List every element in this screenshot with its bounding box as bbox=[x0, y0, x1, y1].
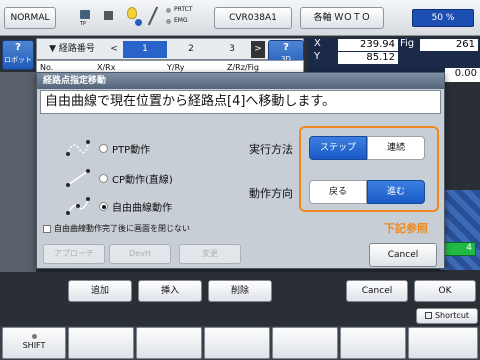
axes-button[interactable]: 各軸 ＷＯＴＯ bbox=[300, 7, 384, 29]
add-button[interactable]: 追加 bbox=[68, 280, 132, 302]
tab-3[interactable]: 3 bbox=[215, 41, 249, 58]
change-button[interactable]: 変更 bbox=[179, 244, 241, 264]
shift-lamp-icon bbox=[31, 334, 37, 339]
keep-open-checkbox[interactable] bbox=[43, 224, 51, 233]
callout-highlight-box bbox=[299, 126, 439, 212]
wrench-icon bbox=[147, 6, 159, 26]
action-row: 追加 挿入 削除 Cancel OK bbox=[0, 272, 480, 306]
keep-open-label: 自由曲線動作完了後に画面を閉じない bbox=[54, 224, 190, 233]
cancel-button[interactable]: Cancel bbox=[346, 280, 408, 302]
shift-key[interactable]: SHIFT bbox=[2, 327, 66, 359]
function-key-6[interactable] bbox=[408, 327, 478, 359]
function-key-3[interactable] bbox=[204, 327, 270, 359]
tab-prev-button[interactable]: < bbox=[107, 41, 121, 58]
dialog-message: 自由曲線で現在位置から経路点[4]へ移動します。 bbox=[40, 90, 441, 114]
tp-icon bbox=[80, 10, 90, 19]
prtct-lamp-icon bbox=[166, 8, 171, 13]
col-no: No. bbox=[40, 63, 54, 72]
approach-button[interactable]: アプローチ bbox=[43, 244, 105, 264]
function-key-row: SHIFT bbox=[0, 326, 480, 360]
option-cp-label: CP動作(直線) bbox=[112, 175, 173, 186]
info-badge-icon bbox=[135, 19, 142, 26]
radio-free-curve[interactable] bbox=[99, 202, 108, 211]
tab-2[interactable]: 2 bbox=[169, 41, 213, 58]
option-free-curve[interactable]: 自由曲線動作 bbox=[99, 199, 172, 214]
x-label: X bbox=[314, 38, 321, 49]
ok-button[interactable]: OK bbox=[414, 280, 476, 302]
path-tab-row: ▼ 経路番号 < 1 2 3 > bbox=[36, 38, 304, 60]
radio-cp[interactable] bbox=[99, 174, 108, 183]
option-ptp-label: PTP動作 bbox=[112, 145, 151, 156]
insert-button[interactable]: 挿入 bbox=[138, 280, 202, 302]
ptp-path-icon bbox=[66, 140, 90, 156]
delete-button[interactable]: 削除 bbox=[208, 280, 272, 302]
function-key-1[interactable] bbox=[68, 327, 134, 359]
function-key-5[interactable] bbox=[340, 327, 406, 359]
shortcut-row: Shortcut bbox=[0, 306, 480, 326]
shortcut-icon bbox=[424, 312, 432, 319]
left-panel bbox=[0, 72, 36, 272]
option-free-curve-label: 自由曲線動作 bbox=[112, 203, 172, 214]
function-key-2[interactable] bbox=[136, 327, 202, 359]
cp-line-icon bbox=[66, 169, 90, 187]
col-z: Z/Rz/Fig bbox=[227, 63, 259, 72]
shift-label: SHIFT bbox=[22, 341, 46, 350]
help-icon: ? bbox=[283, 42, 289, 53]
path-number-dropdown[interactable]: ▼ 経路番号 bbox=[39, 41, 105, 58]
radio-ptp[interactable] bbox=[99, 144, 108, 153]
function-key-4[interactable] bbox=[272, 327, 338, 359]
progress-label: 50 % bbox=[431, 13, 455, 23]
depart-button[interactable]: DevH bbox=[109, 244, 171, 264]
x-value: 239.94 bbox=[338, 39, 398, 51]
option-cp[interactable]: CP動作(直線) bbox=[99, 171, 173, 186]
top-status-bar: NORMAL TP PRTCT EMG CVR038A1 各軸 ＷＯＴＯ 50 … bbox=[0, 0, 480, 36]
robot-label: ロボット bbox=[4, 56, 32, 64]
bulb-icon bbox=[127, 7, 137, 19]
prtct-label: PRTCT bbox=[174, 6, 193, 13]
y-value: 85.12 bbox=[338, 52, 398, 64]
col-y: Y/Ry bbox=[167, 63, 185, 72]
tab-1[interactable]: 1 bbox=[123, 41, 167, 58]
robot-button[interactable]: ? ロボット bbox=[2, 40, 34, 70]
tp-label: TP bbox=[80, 21, 87, 27]
extra-value: 0.00 bbox=[445, 68, 480, 82]
fig-label: Fig bbox=[400, 38, 415, 49]
robot-3d-view[interactable]: 4 bbox=[440, 190, 480, 270]
shortcut-button[interactable]: Shortcut bbox=[416, 308, 478, 324]
dialog-title: 経路点指定移動 bbox=[37, 73, 444, 89]
free-curve-icon bbox=[66, 197, 90, 215]
method-label: 実行方法 bbox=[249, 143, 293, 156]
option-ptp[interactable]: PTP動作 bbox=[99, 141, 150, 156]
dialog-cancel-button[interactable]: Cancel bbox=[369, 243, 437, 267]
help-icon: ? bbox=[15, 42, 21, 53]
direction-label: 動作方向 bbox=[249, 187, 293, 200]
tab-next-button[interactable]: > bbox=[251, 41, 265, 58]
fig-value: 261 bbox=[420, 39, 478, 51]
y-label: Y bbox=[314, 51, 321, 62]
shortcut-label: Shortcut bbox=[434, 311, 470, 320]
keep-open-checkbox-row[interactable]: 自由曲線動作完了後に画面を閉じない bbox=[43, 223, 190, 234]
emg-label: EMG bbox=[174, 17, 188, 24]
path-point-marker: 4 bbox=[444, 242, 476, 256]
mode-button[interactable]: NORMAL bbox=[4, 7, 56, 29]
col-x: X/Rx bbox=[97, 63, 116, 72]
stop-icon bbox=[104, 11, 113, 20]
controller-button[interactable]: CVR038A1 bbox=[214, 7, 292, 29]
callout-text: 下記参照 bbox=[384, 222, 428, 235]
emg-lamp-icon bbox=[166, 19, 171, 24]
speed-progress[interactable]: 50 % bbox=[412, 9, 474, 27]
